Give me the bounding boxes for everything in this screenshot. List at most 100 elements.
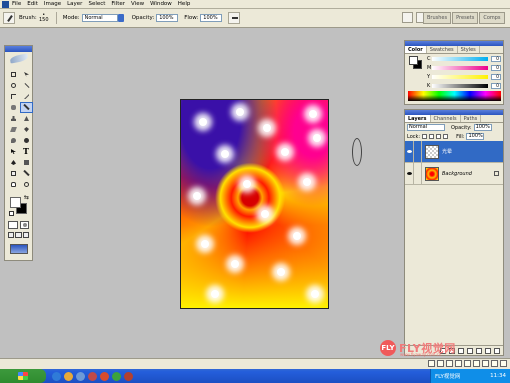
- well-tab-brushes[interactable]: Brushes: [423, 12, 452, 24]
- menu-view[interactable]: View: [131, 1, 144, 8]
- standard-mode-icon[interactable]: [8, 221, 18, 229]
- status-icon[interactable]: [491, 360, 498, 367]
- hand-tool-icon[interactable]: [8, 180, 19, 189]
- opacity-field[interactable]: 100%: [156, 14, 179, 22]
- menu-window[interactable]: Window: [150, 1, 172, 8]
- start-button[interactable]: [0, 369, 46, 383]
- new-group-icon[interactable]: [476, 347, 482, 354]
- blur-tool-icon[interactable]: [8, 136, 19, 145]
- file-browser-icon[interactable]: [402, 12, 413, 23]
- app-icon[interactable]: [88, 371, 97, 381]
- pen-tool-icon[interactable]: [8, 158, 19, 167]
- menu-layer[interactable]: Layer: [67, 1, 82, 8]
- eyedropper-tool-icon[interactable]: [21, 169, 32, 178]
- status-icon[interactable]: [473, 360, 480, 367]
- shape-tool-icon[interactable]: [21, 158, 32, 167]
- menu-help[interactable]: Help: [178, 1, 191, 8]
- history-brush-tool-icon[interactable]: [21, 114, 32, 123]
- tray-app-label[interactable]: FLY视觉网: [435, 372, 460, 380]
- clone-stamp-tool-icon[interactable]: [8, 114, 19, 123]
- tab-layers[interactable]: Layers: [405, 115, 431, 122]
- well-tab-presets[interactable]: Presets: [452, 12, 479, 24]
- brush-tool-icon[interactable]: [20, 102, 33, 113]
- full-screen-mode-icon[interactable]: [22, 232, 29, 238]
- tab-color[interactable]: Color: [405, 46, 427, 53]
- move-tool-icon[interactable]: [21, 70, 32, 79]
- standard-screen-mode-icon[interactable]: [8, 232, 15, 238]
- marquee-tool-icon[interactable]: [8, 70, 19, 79]
- layer-row[interactable]: Background: [405, 162, 503, 185]
- menu-filter[interactable]: Filter: [111, 1, 125, 8]
- tab-paths[interactable]: Paths: [461, 115, 482, 122]
- add-mask-icon[interactable]: [458, 347, 464, 354]
- slice-tool-icon[interactable]: [21, 92, 32, 101]
- healing-brush-tool-icon[interactable]: [8, 103, 19, 112]
- path-selection-tool-icon[interactable]: [8, 147, 19, 156]
- channel-value[interactable]: 0: [491, 56, 501, 62]
- type-tool-icon[interactable]: T: [21, 146, 32, 156]
- gradient-tool-icon[interactable]: [21, 125, 32, 134]
- app-icon[interactable]: [124, 371, 133, 381]
- dodge-tool-icon[interactable]: [21, 136, 32, 145]
- status-icon[interactable]: [500, 360, 507, 367]
- channel-slider[interactable]: [432, 66, 488, 70]
- app-icon[interactable]: [100, 371, 109, 381]
- app-icon[interactable]: [76, 371, 85, 381]
- airbrush-toggle-icon[interactable]: [228, 12, 241, 24]
- status-icon[interactable]: [455, 360, 462, 367]
- channel-value[interactable]: 0: [491, 83, 501, 89]
- flow-field[interactable]: 100%: [200, 14, 223, 22]
- notes-tool-icon[interactable]: [8, 169, 19, 178]
- new-layer-icon[interactable]: [485, 347, 491, 354]
- full-screen-menu-mode-icon[interactable]: [15, 232, 22, 238]
- status-icon[interactable]: [437, 360, 444, 367]
- fill-field[interactable]: 100%: [466, 133, 485, 140]
- tab-swatches[interactable]: Swatches: [427, 46, 458, 53]
- jump-to-imageready-icon[interactable]: [9, 244, 28, 254]
- app-icon[interactable]: [112, 371, 121, 381]
- color-spectrum-bar[interactable]: [408, 91, 501, 101]
- menu-select[interactable]: Select: [88, 1, 105, 8]
- menu-image[interactable]: Image: [44, 1, 61, 8]
- menu-file[interactable]: File: [12, 1, 21, 8]
- layer-row[interactable]: 光晕: [405, 140, 503, 163]
- quick-mask-mode-icon[interactable]: [19, 221, 29, 229]
- menu-edit[interactable]: Edit: [27, 1, 38, 8]
- visibility-eye-icon[interactable]: [405, 162, 414, 185]
- tab-styles[interactable]: Styles: [458, 46, 480, 53]
- magic-wand-tool-icon[interactable]: [21, 81, 32, 90]
- folder-icon[interactable]: [64, 371, 73, 381]
- channel-slider[interactable]: [432, 57, 488, 61]
- eraser-tool-icon[interactable]: [8, 125, 19, 134]
- lasso-tool-icon[interactable]: [8, 81, 19, 90]
- channel-slider[interactable]: [432, 75, 488, 79]
- new-fill-layer-icon[interactable]: [467, 347, 473, 354]
- lock-position-icon[interactable]: [436, 134, 442, 139]
- visibility-eye-icon[interactable]: [405, 140, 414, 163]
- adobe-feather-icon[interactable]: [5, 52, 32, 68]
- status-icon[interactable]: [446, 360, 453, 367]
- status-icon[interactable]: [428, 360, 435, 367]
- lock-image-icon[interactable]: [429, 134, 435, 139]
- swap-colors-icon[interactable]: ⇆: [24, 194, 29, 201]
- lock-all-icon[interactable]: [443, 134, 449, 139]
- channel-slider[interactable]: [432, 84, 488, 88]
- status-icon[interactable]: [464, 360, 471, 367]
- lock-transparency-icon[interactable]: [422, 134, 428, 139]
- default-colors-icon[interactable]: [9, 211, 14, 216]
- ie-icon[interactable]: [52, 371, 61, 381]
- foreground-color-swatch[interactable]: [10, 197, 21, 208]
- blend-mode-select[interactable]: Normal: [407, 124, 445, 131]
- panel-foreground-swatch[interactable]: [409, 56, 418, 65]
- brush-size-picker[interactable]: • 150: [39, 13, 49, 23]
- mode-select[interactable]: Normal: [81, 14, 118, 22]
- status-icon[interactable]: [482, 360, 489, 367]
- document-canvas[interactable]: [180, 99, 329, 309]
- brush-tool-preset-icon[interactable]: [3, 12, 15, 24]
- zoom-tool-icon[interactable]: [21, 180, 32, 189]
- tab-channels[interactable]: Channels: [431, 115, 461, 122]
- well-tab-comps[interactable]: Comps: [479, 12, 505, 24]
- layer-opacity-field[interactable]: 100%: [473, 124, 492, 131]
- crop-tool-icon[interactable]: [8, 92, 19, 101]
- channel-value[interactable]: 0: [491, 74, 501, 80]
